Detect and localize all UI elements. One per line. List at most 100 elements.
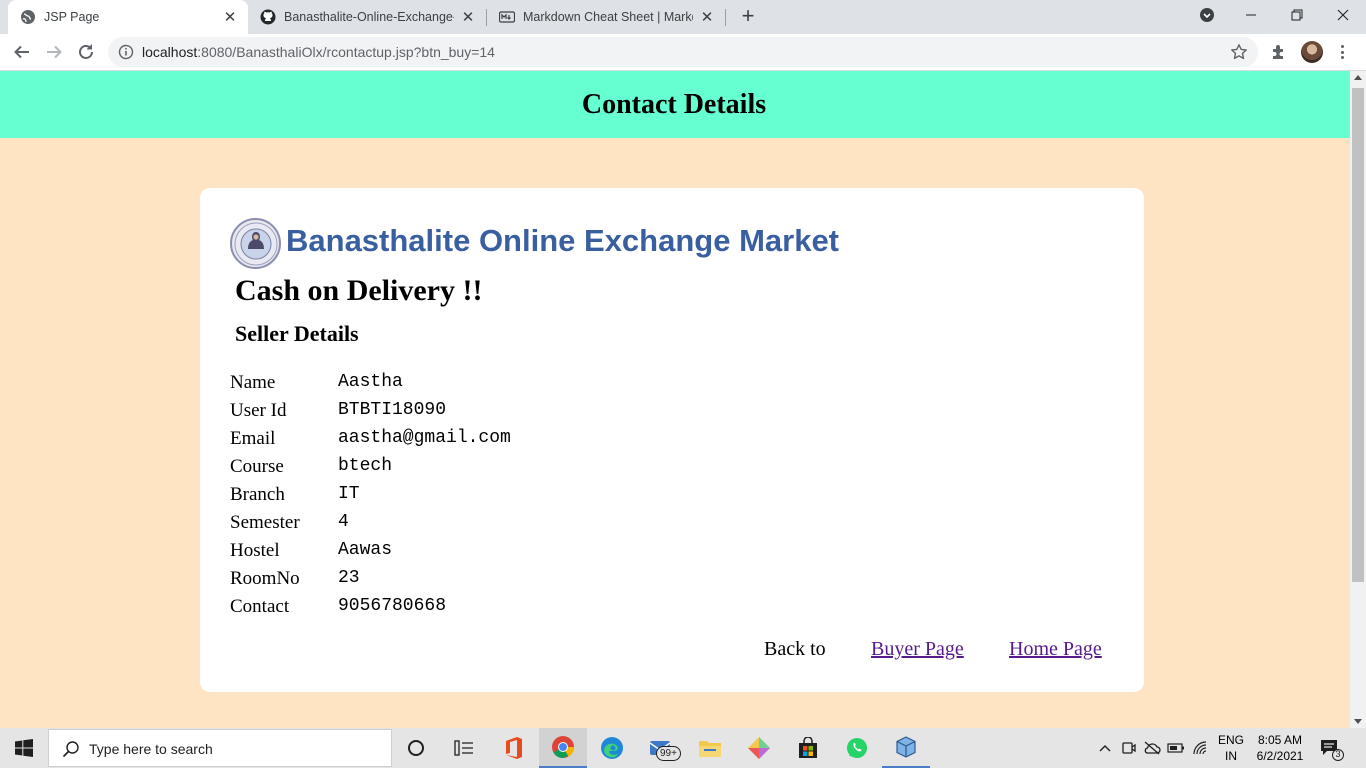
detail-value: Aastha [338,372,403,392]
store-bag-icon [799,737,817,758]
windows-logo-icon [15,739,33,757]
home-page-link[interactable]: Home Page [1009,638,1102,661]
folder-icon [699,741,721,757]
reload-icon [79,44,93,59]
detail-value: 23 [338,568,360,588]
detail-row-user-id: User Id BTBTI18090 [230,398,630,426]
task-view-icon [454,740,473,756]
cloud-off-icon [1144,741,1161,755]
detail-value: aastha@gmail.com [338,428,511,448]
taskbar-search[interactable]: Type here to search [48,729,392,767]
search-placeholder: Type here to search [89,741,213,757]
file-explorer-app[interactable] [686,728,734,768]
edge-app[interactable] [588,728,636,768]
scroll-down-icon[interactable] [1354,719,1362,724]
brand-title: Banasthalite Online Exchange Market [286,223,840,258]
chrome-app[interactable] [539,728,587,768]
network-tray[interactable] [1190,728,1212,768]
language-code: ENG [1217,733,1244,747]
github-icon [260,9,276,25]
page-header: Contact Details [0,71,1350,138]
tab-jsp-page[interactable]: JSP Page ✕ [8,0,248,34]
diamond-app-icon [748,737,770,759]
profile-avatar[interactable] [1301,41,1323,63]
seller-details-table: Name Aastha User Id BTBTI18090 Email aastha… [230,370,630,622]
mail-unread-count: 99+ [660,748,677,759]
detail-label: RoomNo [230,568,300,589]
minimize-button[interactable] [1228,0,1274,30]
virtualbox-app[interactable] [882,728,930,768]
page-viewport: Contact Details Banasthalite Online Exch… [0,71,1350,728]
tab-strip: JSP Page ✕ Banasthalite-Online-Exchange-… [0,0,1366,34]
restore-icon [1291,9,1303,21]
address-bar[interactable]: localhost:8080/BanasthaliOlx/rcontactup.… [108,37,1258,67]
page-title: Contact Details [581,88,767,120]
tab-title: Banasthalite-Online-Exchange-M [284,10,454,24]
system-clock[interactable]: 8:05 AM 6/2/2021 [1250,732,1310,764]
url-text[interactable]: localhost:8080/BanasthaliOlx/rcontactup.… [142,44,495,60]
scrollbar-thumb[interactable] [1352,88,1364,582]
tab-markdown[interactable]: Markdown Cheat Sheet | Markdo ✕ [487,0,725,34]
microsoft-store-app[interactable] [784,728,832,768]
mail-unread-badge: 99+ [656,746,681,761]
office-app[interactable] [490,728,538,768]
info-icon[interactable] [118,44,134,60]
tab-search-button[interactable] [1184,0,1230,30]
detail-row-branch: Branch IT [230,482,630,510]
edge-icon [601,737,623,759]
forward-button[interactable] [42,40,66,64]
detail-label: Semester [230,512,300,533]
close-icon[interactable]: ✕ [699,9,715,26]
back-button[interactable] [10,40,34,64]
logo-emblem-icon [234,222,277,265]
app-gitkraken[interactable] [735,728,783,768]
detail-value: 4 [338,512,349,532]
browser-menu-icon[interactable] [1338,42,1346,62]
page-scrollbar[interactable] [1350,71,1366,728]
detail-row-semester: Semester 4 [230,510,630,538]
close-icon [1337,9,1349,21]
show-hidden-icons[interactable] [1096,728,1114,768]
cortana-button[interactable] [392,728,440,768]
battery-tray[interactable] [1166,728,1186,768]
arrow-left-icon [14,45,29,59]
language-indicator[interactable]: ENG IN [1213,732,1249,764]
notification-count: 3 [1335,749,1341,759]
wifi-icon [1193,741,1207,755]
seller-details-heading: Seller Details [235,321,359,346]
close-window-button[interactable] [1320,0,1366,30]
reload-button[interactable] [74,40,98,64]
detail-row-email: Email aastha@gmail.com [230,426,630,454]
close-icon[interactable]: ✕ [460,9,476,26]
onedrive-tray[interactable] [1142,728,1162,768]
bookmark-star-icon[interactable] [1230,43,1248,61]
whatsapp-app[interactable] [833,728,881,768]
region-code: IN [1225,749,1237,763]
detail-row-room-no: RoomNo 23 [230,566,630,594]
restore-button[interactable] [1274,0,1320,30]
meet-now-tray[interactable] [1119,728,1139,768]
task-view-button[interactable] [440,728,488,768]
action-center-button[interactable]: 3 [1318,736,1344,762]
detail-value: IT [338,484,360,504]
new-tab-button[interactable]: + [736,5,760,29]
back-to-label: Back to [764,638,826,660]
buyer-page-link[interactable]: Buyer Page [871,638,964,661]
markdown-icon [499,11,515,23]
detail-label: User Id [230,400,287,421]
chevron-up-icon [1099,745,1111,752]
detail-row-hostel: Hostel Aawas [230,538,630,566]
clock-date: 6/2/2021 [1256,749,1304,763]
extensions-puzzle-icon[interactable] [1269,42,1289,62]
start-button[interactable] [0,728,48,768]
whatsapp-icon [847,738,867,758]
close-icon[interactable]: ✕ [222,9,238,26]
scroll-up-icon[interactable] [1354,75,1362,80]
chevron-down-icon [1200,8,1214,22]
tab-github[interactable]: Banasthalite-Online-Exchange-M ✕ [248,0,486,34]
tab-title: JSP Page [44,10,100,24]
contact-card: Banasthalite Online Exchange Market Cash… [200,188,1144,692]
search-icon [62,741,79,758]
detail-value: 9056780668 [338,596,447,616]
detail-label: Email [230,428,276,449]
